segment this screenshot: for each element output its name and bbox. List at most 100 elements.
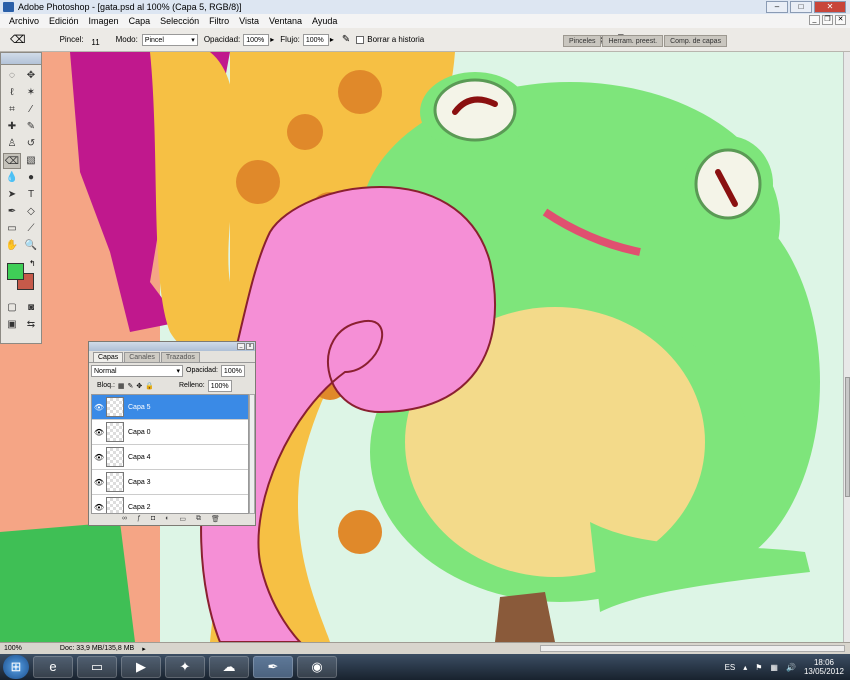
magic-wand-tool-icon[interactable]: ✶ xyxy=(22,85,40,101)
chrome-icon[interactable]: ◉ xyxy=(297,656,337,678)
lock-transparency-icon[interactable]: ▦ xyxy=(118,382,125,390)
gradient-tool-icon[interactable]: ▧ xyxy=(22,153,40,169)
brush-tool-icon[interactable]: ✎ xyxy=(22,119,40,135)
quick-mask-mode-icon[interactable]: ◙ xyxy=(22,300,40,316)
lock-pixels-icon[interactable]: ✎ xyxy=(128,382,134,390)
internet-explorer-icon[interactable]: e xyxy=(33,656,73,678)
document-size[interactable]: Doc: 33,9 MB/135,8 MB xyxy=(60,645,134,652)
vertical-scroll-thumb[interactable] xyxy=(845,377,850,497)
eye-icon[interactable]: 👁 xyxy=(92,428,106,437)
lock-position-icon[interactable]: ✥ xyxy=(136,382,142,390)
new-group-icon[interactable]: ▭ xyxy=(179,515,186,525)
history-brush-tool-icon[interactable]: ↺ xyxy=(22,136,40,152)
notes-tool-icon[interactable]: ▭ xyxy=(3,221,21,237)
delete-layer-icon[interactable]: 🗑 xyxy=(211,515,220,525)
healing-brush-tool-icon[interactable]: ✚ xyxy=(3,119,21,135)
tray-arrow-icon[interactable]: ▴ xyxy=(743,663,747,672)
dodge-tool-icon[interactable]: ● xyxy=(22,170,40,186)
fill-field[interactable]: 100% xyxy=(207,379,232,392)
path-selection-tool-icon[interactable]: ➤ xyxy=(3,187,21,203)
close-button[interactable]: ✕ xyxy=(814,1,846,13)
shape-tool-icon[interactable]: ◇ xyxy=(22,204,40,220)
app-icon[interactable]: ✦ xyxy=(165,656,205,678)
layer-row[interactable]: 👁 Capa 4 xyxy=(92,445,248,470)
menu-archivo[interactable]: Archivo xyxy=(4,16,44,26)
erase-history-checkbox[interactable] xyxy=(356,35,365,44)
opacity-field[interactable]: 100% xyxy=(243,33,270,46)
photoshop-taskbar-icon[interactable]: ✒ xyxy=(253,656,293,678)
tab-canales[interactable]: Canales xyxy=(124,352,160,362)
language-indicator[interactable]: ES xyxy=(725,663,736,672)
brush-size[interactable]: 11 xyxy=(88,38,104,47)
tab-comp-capas[interactable]: Comp. de capas xyxy=(664,35,728,47)
layer-row[interactable]: 👁 Capa 3 xyxy=(92,470,248,495)
menu-capa[interactable]: Capa xyxy=(124,16,156,26)
menu-ventana[interactable]: Ventana xyxy=(264,16,307,26)
menu-imagen[interactable]: Imagen xyxy=(84,16,124,26)
layer-row[interactable]: 👁 Capa 5 xyxy=(92,395,248,420)
menu-vista[interactable]: Vista xyxy=(234,16,264,26)
tab-trazados[interactable]: Trazados xyxy=(160,352,200,362)
media-player-icon[interactable]: ▶ xyxy=(121,656,161,678)
standard-mode-icon[interactable]: ▢ xyxy=(3,300,21,316)
horizontal-scrollbar[interactable] xyxy=(540,645,845,652)
maximize-button[interactable]: □ xyxy=(790,1,812,13)
layer-opacity-field[interactable]: 100% xyxy=(220,364,245,377)
eye-icon[interactable]: 👁 xyxy=(92,403,106,412)
move-tool-icon[interactable]: ✥ xyxy=(22,68,40,84)
zoom-level[interactable]: 100% xyxy=(4,645,22,652)
blur-tool-icon[interactable]: 💧 xyxy=(3,170,21,186)
pen-tool-icon[interactable]: ✒ xyxy=(3,204,21,220)
zoom-tool-icon[interactable]: 🔍 xyxy=(22,238,40,254)
clone-stamp-tool-icon[interactable]: ♙ xyxy=(3,136,21,152)
new-layer-icon[interactable]: ⧉ xyxy=(196,515,201,525)
status-arrow-icon[interactable]: ▸ xyxy=(142,645,146,653)
menu-seleccion[interactable]: Selección xyxy=(155,16,204,26)
airbrush-icon[interactable]: ✎ xyxy=(342,34,350,45)
link-layers-icon[interactable]: ∞ xyxy=(122,515,127,525)
menu-ayuda[interactable]: Ayuda xyxy=(307,16,342,26)
type-tool-icon[interactable]: T xyxy=(22,187,40,203)
flag-icon[interactable]: ⚑ xyxy=(755,663,762,672)
panel-close-button[interactable]: x xyxy=(246,343,254,350)
network-icon[interactable]: ▦ xyxy=(770,663,778,672)
eye-icon[interactable]: 👁 xyxy=(92,453,106,462)
tab-capas[interactable]: Capas xyxy=(93,352,124,362)
lock-all-icon[interactable]: 🔒 xyxy=(145,382,154,390)
doc-minimize-button[interactable]: _ xyxy=(809,15,820,25)
tab-pinceles[interactable]: Pinceles xyxy=(563,35,602,47)
doc-close-button[interactable]: ✕ xyxy=(835,15,846,25)
clock[interactable]: 18:06 13/05/2012 xyxy=(804,658,844,676)
screen-mode-icon[interactable]: ▣ xyxy=(3,317,21,333)
blend-mode-select[interactable]: Normal xyxy=(91,364,183,377)
layer-list-scrollbar[interactable] xyxy=(249,394,255,514)
explorer-folder-icon[interactable]: ▭ xyxy=(77,656,117,678)
tab-herram-preest[interactable]: Herram. preest. xyxy=(602,35,664,47)
layer-row[interactable]: 👁 Capa 0 xyxy=(92,420,248,445)
vertical-scrollbar[interactable] xyxy=(843,52,850,642)
menu-edicion[interactable]: Edición xyxy=(44,16,84,26)
flow-field[interactable]: 100% xyxy=(302,33,329,46)
swap-colors-icon[interactable]: ↰ xyxy=(29,259,36,268)
adjustment-layer-icon[interactable]: ◐ xyxy=(165,515,169,525)
marquee-tool-icon[interactable]: ◌ xyxy=(3,68,21,84)
lasso-tool-icon[interactable]: ℓ xyxy=(3,85,21,101)
imageready-icon[interactable]: ⇆ xyxy=(22,317,40,333)
panel-minimize-button[interactable]: _ xyxy=(237,343,245,350)
eye-icon[interactable]: 👁 xyxy=(92,503,106,512)
layers-panel-header[interactable]: _ x xyxy=(89,342,255,351)
mode-select[interactable]: Pincel xyxy=(141,33,198,46)
layer-row[interactable]: 👁 Capa 2 xyxy=(92,495,248,513)
crop-tool-icon[interactable]: ⌗ xyxy=(3,102,21,118)
hand-tool-icon[interactable]: ✋ xyxy=(3,238,21,254)
menu-filtro[interactable]: Filtro xyxy=(204,16,234,26)
eye-icon[interactable]: 👁 xyxy=(92,478,106,487)
minimize-button[interactable]: – xyxy=(766,1,788,13)
tools-panel-header[interactable] xyxy=(1,53,41,65)
eraser-icon[interactable]: ⌫ xyxy=(10,33,26,46)
eraser-tool-icon[interactable]: ⌫ xyxy=(3,153,21,169)
slice-tool-icon[interactable]: ⁄ xyxy=(22,102,40,118)
network-app-icon[interactable]: ☁ xyxy=(209,656,249,678)
doc-restore-button[interactable]: ❐ xyxy=(822,15,833,25)
foreground-color-swatch[interactable] xyxy=(7,263,24,280)
